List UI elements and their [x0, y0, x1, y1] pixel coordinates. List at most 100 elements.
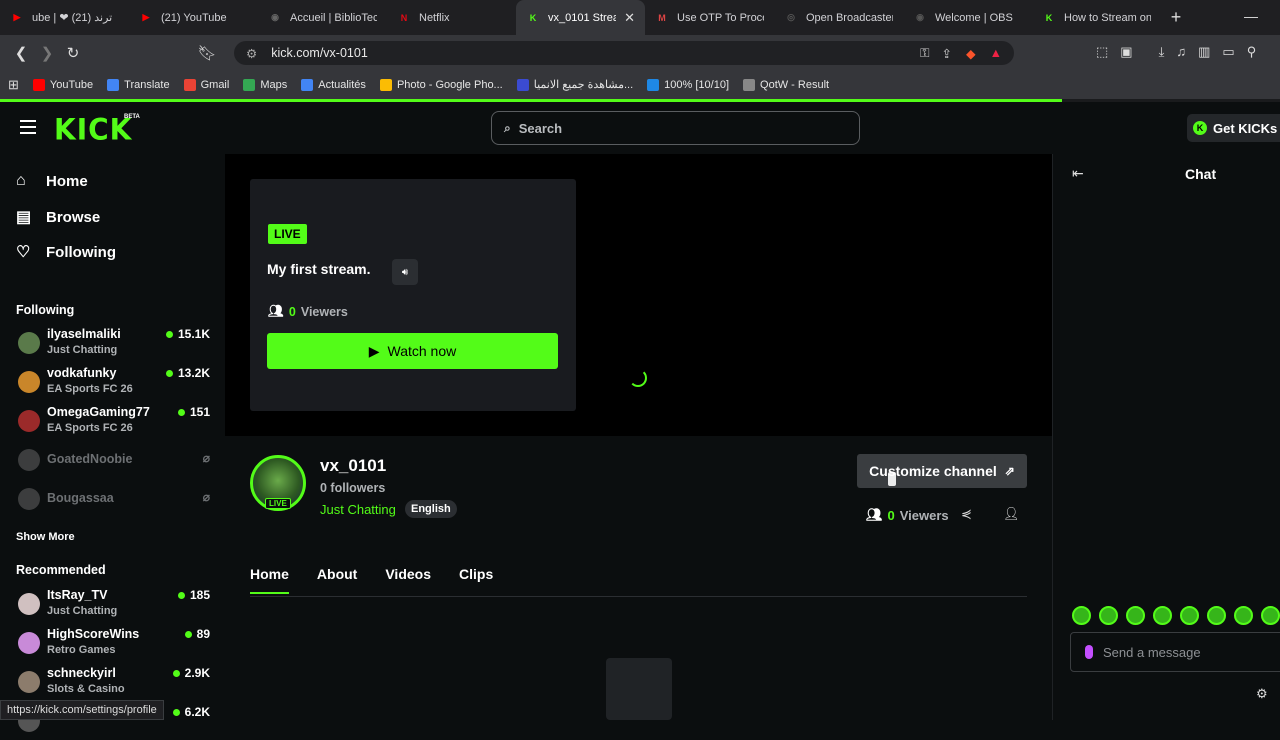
sidebar-nav-following[interactable]: ♡ Following — [16, 242, 116, 262]
sidebar-channel-item[interactable]: ItsRay_TV Just Chatting 185 — [16, 587, 212, 623]
menu-icon[interactable]: ⚲ — [1247, 44, 1257, 60]
music-icon[interactable]: ♫ — [1176, 44, 1186, 60]
share-icon[interactable]: ⇪ — [942, 46, 952, 61]
browser-tab[interactable]: ◉ Welcome | OBS — [903, 0, 1032, 35]
volume-icon[interactable]: 🔊︎ — [392, 259, 418, 285]
viewer-count-value: 89 — [196, 627, 210, 641]
viewer-count-value: 151 — [189, 405, 210, 419]
browser-tab[interactable]: N Netflix — [387, 0, 516, 35]
hamburger-menu-icon[interactable] — [20, 120, 36, 134]
emote-icon[interactable] — [1099, 606, 1118, 625]
sidebar-channel-item[interactable]: Bougassaa ⌀ — [16, 482, 212, 518]
site-info-icon[interactable]: ⚙ — [246, 46, 257, 61]
channel-category-link[interactable]: Just Chatting — [320, 502, 396, 517]
chat-message-input[interactable]: Send a message — [1070, 632, 1280, 672]
sidebar-nav-browse[interactable]: ▤ Browse — [16, 207, 100, 227]
brave-shield-icon[interactable]: ◆ — [966, 46, 976, 61]
sidebar-nav-label: Home — [46, 172, 88, 190]
channel-name: GoatedNoobie — [47, 452, 133, 466]
collapse-chat-icon[interactable]: ⇤ — [1072, 165, 1084, 182]
browser-tab[interactable]: ▶ (21) YouTube — [129, 0, 258, 35]
channel-tab-about[interactable]: About — [317, 566, 357, 594]
live-dot-icon — [165, 369, 173, 377]
tab-favicon-icon: K — [1045, 12, 1053, 23]
profile-card-icon[interactable]: 👤︎ — [1003, 506, 1020, 522]
reload-icon[interactable]: ↻ — [60, 44, 86, 62]
channel-tab-home[interactable]: Home — [250, 566, 289, 594]
bookmark-item[interactable]: 100% [10/10] — [647, 78, 729, 91]
emote-icon[interactable] — [1153, 606, 1172, 625]
chat-title: Chat — [1185, 166, 1217, 182]
customize-channel-button[interactable]: Customize channel ⇗ — [857, 454, 1027, 488]
emote-icon[interactable] — [1072, 606, 1091, 625]
close-tab-icon[interactable]: ✕ — [624, 10, 635, 26]
emote-icon[interactable] — [1261, 606, 1280, 625]
show-more-button[interactable]: Show More — [16, 531, 75, 543]
bookmark-item[interactable]: مشاهدة جميع الانميا... — [516, 78, 633, 91]
bookmark-item[interactable]: Maps — [243, 78, 287, 91]
emote-icon[interactable] — [1180, 606, 1199, 625]
sidebar-nav-home[interactable]: ⌂ Home — [16, 172, 88, 190]
emote-icon[interactable] — [1207, 606, 1226, 625]
get-kicks-button[interactable]: K Get KICKs — [1187, 114, 1280, 142]
channel-category: EA Sports FC 26 — [47, 383, 133, 395]
viewer-count-value: 13.2K — [177, 366, 210, 380]
tab-favicon-icon: ◉ — [271, 12, 279, 22]
share-icon[interactable]: ⋞ — [961, 506, 972, 522]
download-icon[interactable]: ⤓ — [1159, 44, 1165, 60]
sidebar-channel-item[interactable]: GoatedNoobie ⌀ — [16, 443, 212, 479]
watch-now-button[interactable]: ▶ Watch now — [267, 333, 558, 369]
emote-icon[interactable] — [1126, 606, 1145, 625]
bookmark-item[interactable]: Photo - Google Pho... — [379, 78, 503, 91]
avatar — [18, 671, 40, 693]
browser-tab[interactable]: ▶ ube | ❤ ترند (21) — [0, 0, 129, 35]
emote-bar — [1072, 606, 1280, 625]
wallet-icon[interactable]: ▭ — [1222, 44, 1234, 60]
browser-tab[interactable]: ◉ Accueil | BiblioTec — [258, 0, 387, 35]
sidebar-channel-item[interactable]: ilyaselmaliki Just Chatting 15.1K — [16, 326, 212, 362]
key-icon[interactable]: ⚿ — [920, 46, 930, 61]
bookmark-item[interactable]: Gmail — [183, 78, 230, 91]
sidebar-icon[interactable]: ▥ — [1198, 44, 1210, 60]
sidebar-channel-item[interactable]: OmegaGaming77 EA Sports FC 26 151 — [16, 404, 212, 440]
bookmark-favicon-icon — [743, 78, 756, 91]
beta-label: BETA — [124, 114, 140, 120]
brave-rewards-icon[interactable]: ▲ — [990, 46, 1002, 60]
bookmark-label: Gmail — [200, 78, 230, 91]
search-placeholder: Search — [518, 120, 563, 136]
emote-icon[interactable] — [1234, 606, 1253, 625]
viewer-count-value: 2.9K — [184, 666, 210, 680]
kick-logo[interactable]: KICK — [54, 112, 132, 147]
browser-tab[interactable]: ◎ Open Broadcaster — [774, 0, 903, 35]
new-tab-button[interactable]: + — [1161, 7, 1191, 28]
sidebar-channel-item[interactable]: vodkafunky EA Sports FC 26 13.2K — [16, 365, 212, 401]
sidebar-channel-item[interactable]: HighScoreWins Retro Games 89 — [16, 626, 212, 662]
bookmark-item[interactable]: Actualités — [301, 78, 366, 91]
channel-tab-clips[interactable]: Clips — [459, 566, 493, 594]
browser-tab[interactable]: M Use OTP To Procee — [645, 0, 774, 35]
sidebar-channel-item[interactable]: schneckyirl Slots & Casino 2.9K — [16, 665, 212, 701]
loading-spinner-icon — [629, 369, 647, 387]
search-input[interactable]: ⌕ Search — [491, 111, 860, 145]
browse-icon: ▤ — [16, 209, 32, 226]
extensions-icon[interactable]: ⬚ — [1096, 44, 1108, 60]
bookmark-item[interactable]: Translate — [107, 78, 170, 91]
browser-tab[interactable]: Kvx_0101 Strea ✕ — [516, 0, 645, 35]
tab-favicon-icon: K — [529, 12, 537, 23]
address-bar[interactable]: ⚙ kick.com/vx-0101 ⚿ ⇪ ◆ ▲ — [234, 41, 1014, 65]
microphone-icon[interactable] — [1085, 645, 1093, 659]
channel-tab-videos[interactable]: Videos — [385, 566, 431, 594]
browser-tab[interactable]: K How to Stream on — [1032, 0, 1161, 35]
forward-icon[interactable]: ❯ — [34, 44, 60, 62]
reader-icon[interactable]: ▣ — [1120, 44, 1132, 60]
apps-icon[interactable]: ⊞ — [8, 77, 19, 93]
chat-settings-gear-icon[interactable]: ⚙ — [1256, 686, 1268, 702]
window-minimize-button[interactable]: — — [1244, 8, 1258, 24]
bookmark-icon[interactable]: 🔖︎ — [194, 44, 220, 62]
heart-icon: ♡ — [16, 244, 31, 261]
bookmark-item[interactable]: YouTube — [32, 78, 93, 91]
language-tag[interactable]: English — [405, 500, 457, 518]
bookmark-item[interactable]: QotW - Result — [743, 78, 829, 91]
viewer-count: 89 — [184, 627, 210, 641]
back-icon[interactable]: ❮ — [8, 44, 34, 62]
